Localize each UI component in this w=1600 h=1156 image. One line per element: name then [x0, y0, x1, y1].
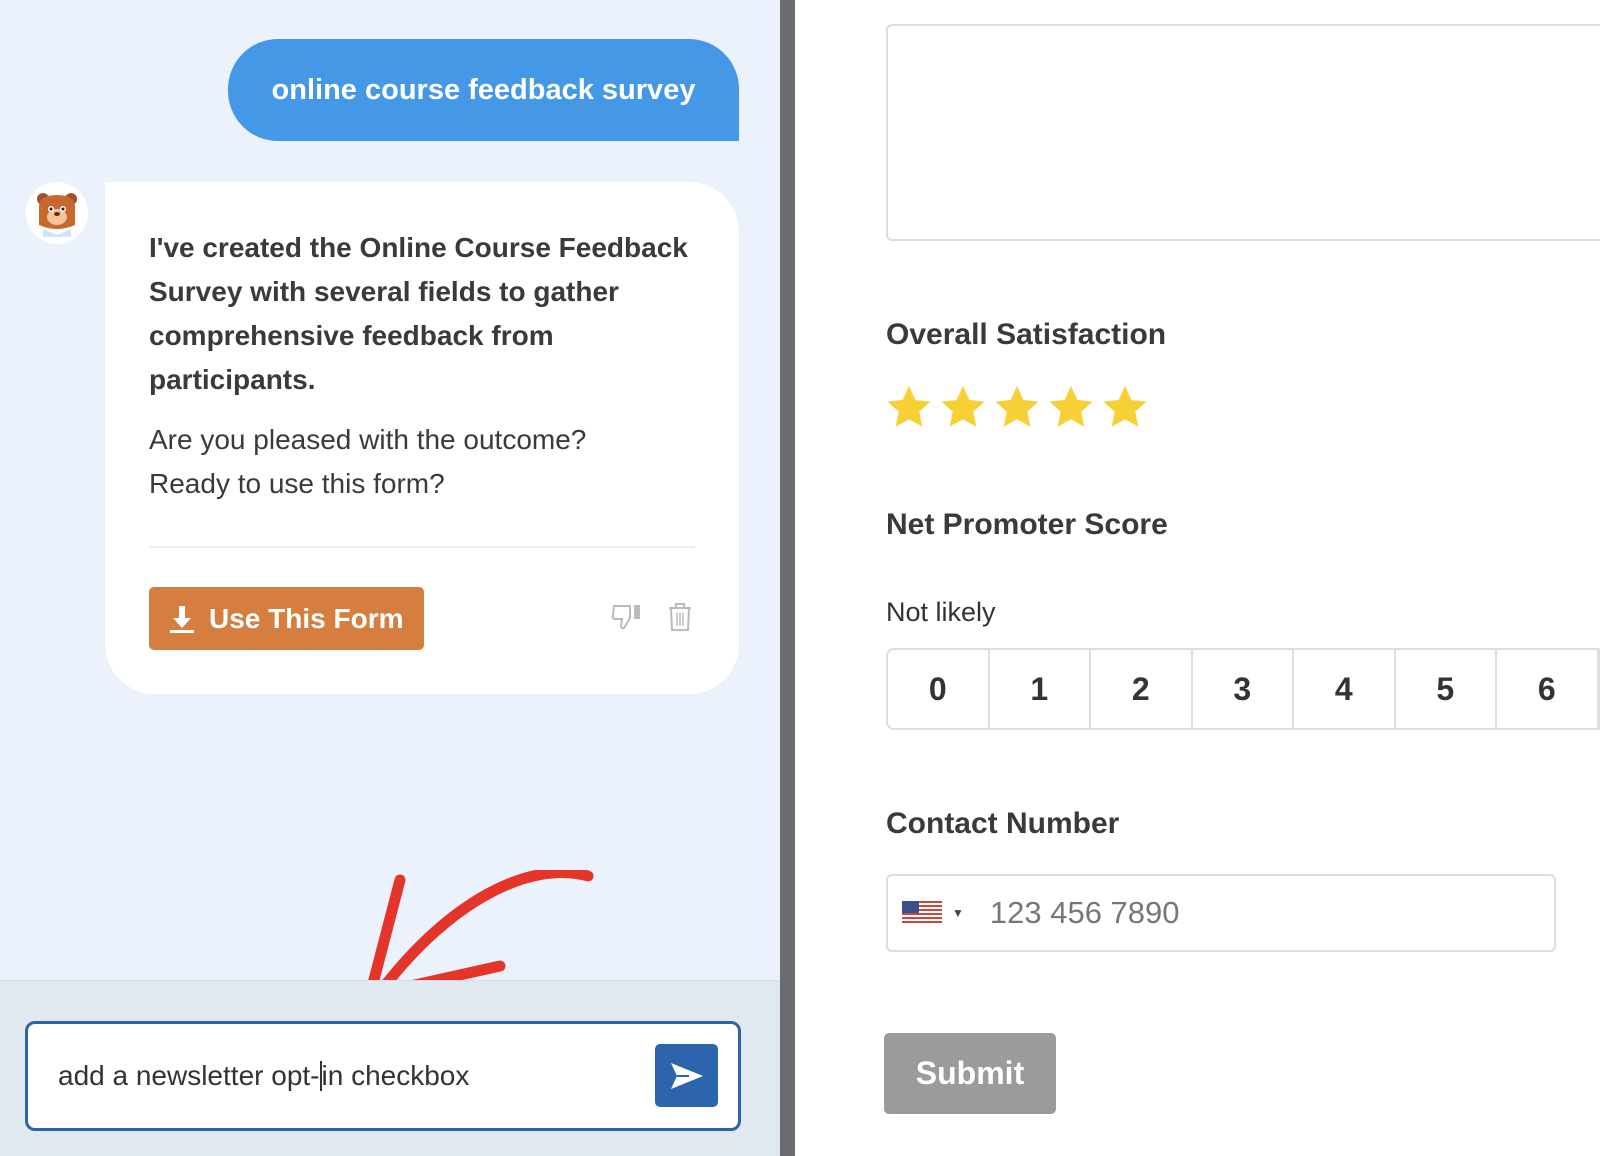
nps-option[interactable]: 5 — [1396, 650, 1497, 728]
bot-question-2: Ready to use this form? — [149, 468, 445, 499]
send-icon — [670, 1062, 703, 1089]
user-message-text: online course feedback survey — [271, 73, 696, 106]
bot-message: I've created the Online Course Feedback … — [105, 182, 739, 694]
use-this-form-button[interactable]: Use This Form — [149, 587, 424, 650]
submit-label: Submit — [915, 1055, 1025, 1091]
nps-option[interactable]: 4 — [1294, 650, 1396, 728]
satisfaction-label: Overall Satisfaction — [886, 318, 1167, 351]
star-icon[interactable] — [884, 384, 934, 432]
us-flag-icon[interactable] — [902, 901, 942, 925]
phone-input[interactable]: ▼ 123 456 7890 — [886, 874, 1556, 952]
nps-option[interactable]: 2 — [1091, 650, 1193, 728]
star-icon[interactable] — [992, 384, 1042, 432]
form-preview: Overall Satisfaction Net Promoter Score … — [795, 0, 1600, 1156]
use-this-form-label: Use This Form — [209, 602, 404, 634]
panel-divider[interactable] — [780, 0, 795, 1156]
thumbs-down-icon[interactable] — [610, 602, 644, 632]
submit-button[interactable]: Submit — [884, 1033, 1056, 1114]
star-rating[interactable] — [884, 384, 1150, 432]
star-icon[interactable] — [1100, 384, 1150, 432]
nps-scale: 0 1 2 3 4 5 6 — [886, 648, 1600, 730]
download-icon — [170, 605, 194, 633]
nps-option[interactable]: 6 — [1497, 650, 1599, 728]
nps-option[interactable]: 3 — [1193, 650, 1294, 728]
bot-question-1: Are you pleased with the outcome? — [149, 424, 587, 455]
chat-input-text-rest: in checkbox — [321, 1060, 470, 1091]
nps-option[interactable]: 1 — [990, 650, 1091, 728]
chat-input-area: add a newsletter opt-in checkbox — [0, 980, 780, 1156]
phone-placeholder: 123 456 7890 — [989, 895, 1180, 930]
nps-low-label: Not likely — [886, 597, 996, 627]
bear-mascot-icon — [37, 193, 77, 237]
star-icon[interactable] — [1046, 384, 1096, 432]
chat-input[interactable]: add a newsletter opt-in checkbox — [25, 1021, 741, 1131]
contact-label: Contact Number — [886, 807, 1120, 840]
bot-avatar — [26, 182, 88, 244]
send-button[interactable] — [655, 1044, 718, 1107]
bot-question: Are you pleased with the outcome? Ready t… — [149, 418, 695, 506]
star-icon[interactable] — [938, 384, 988, 432]
textarea-field[interactable] — [886, 24, 1600, 241]
chat-input-text: add a newsletter opt- — [58, 1060, 320, 1091]
trash-icon[interactable] — [667, 602, 693, 632]
nps-option[interactable]: 0 — [888, 650, 990, 728]
chat-panel: online course feedback survey I've creat… — [0, 0, 780, 1156]
nps-label: Net Promoter Score — [886, 508, 1168, 541]
bot-message-text: I've created the Online Course Feedback … — [149, 232, 688, 395]
country-dropdown-icon[interactable]: ▼ — [952, 906, 964, 920]
divider — [149, 546, 695, 548]
user-message: online course feedback survey — [228, 39, 739, 141]
